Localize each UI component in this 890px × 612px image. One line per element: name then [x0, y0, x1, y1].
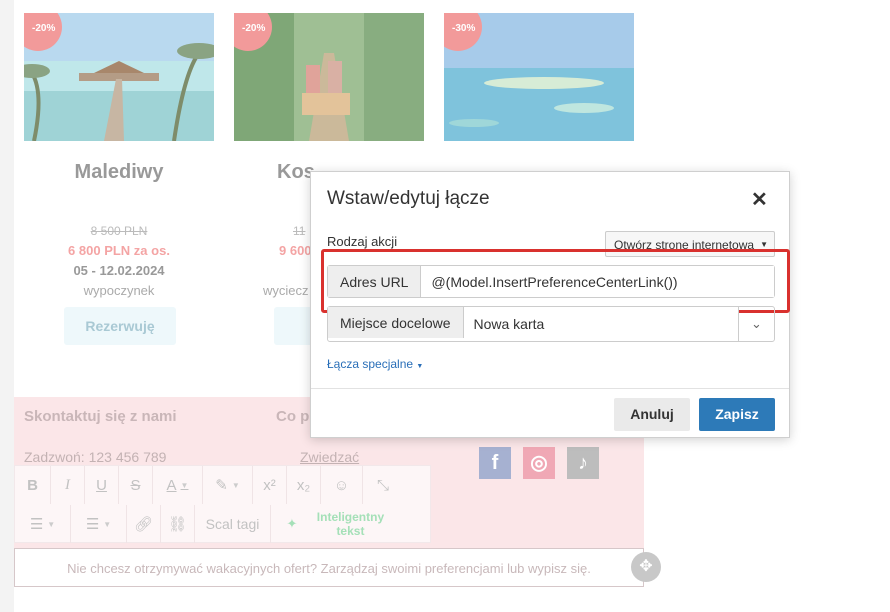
instagram-icon[interactable]: ◎ — [523, 447, 555, 479]
offer-photo: -30% — [444, 13, 634, 141]
subscript-icon[interactable]: x₂ — [287, 466, 321, 504]
strikethrough-icon[interactable]: S — [119, 466, 153, 504]
smart-text-button[interactable]: ✦ Inteligentny tekst — [271, 505, 411, 543]
save-button[interactable]: Zapisz — [699, 398, 775, 431]
superscript-icon[interactable]: x² — [253, 466, 287, 504]
unlink-icon[interactable]: ⛓ — [161, 505, 195, 543]
cancel-button[interactable]: Anuluj — [614, 398, 690, 431]
url-input[interactable] — [421, 266, 774, 297]
offer-kind: wypoczynek — [83, 283, 155, 298]
bold-icon[interactable]: B — [15, 466, 51, 504]
highlight-color-icon[interactable]: ✎ ▼ — [203, 466, 253, 504]
caret-down-icon: ▼ — [760, 240, 768, 249]
target-select[interactable]: Nowa karta — [463, 307, 738, 341]
book-button[interactable]: Rezerwuję — [64, 307, 176, 345]
magic-wand-icon: ✦ — [286, 516, 298, 531]
bullet-list-icon[interactable]: ☰ ▼ — [15, 505, 71, 543]
collapse-icon[interactable]: ⤡ — [363, 466, 403, 504]
dialog-title: Wstaw/edytuj łącze — [327, 188, 490, 209]
tiktok-icon[interactable]: ♪ — [567, 447, 599, 479]
offer-card[interactable]: -20% Malediwy 8 500 PLN 6 800 PLN za os.… — [24, 13, 214, 345]
link-dialog: Wstaw/edytuj łącze ✕ Rodzaj akcji Otwórz… — [310, 171, 790, 438]
target-label: Miejsce docelowe — [328, 307, 464, 338]
offer-old-price: 8 500 PLN — [90, 224, 148, 238]
chevron-down-icon[interactable]: ⌄ — [738, 307, 774, 341]
text-color-icon[interactable]: A ▼ — [153, 466, 203, 504]
unsubscribe-text: Nie chcesz otrzymywać wakacyjnych ofert?… — [67, 561, 591, 576]
section-heading: Co p — [276, 408, 310, 425]
offer-photo: -20% — [24, 13, 214, 141]
offer-card[interactable]: -20% Kos 11 9 600 wyciecz Re — [234, 13, 424, 345]
special-links-label: Łącza specjalne — [327, 357, 414, 371]
visit-link[interactable]: Zwiedzać — [300, 449, 359, 465]
smart-text-label: Inteligentny tekst — [316, 510, 385, 538]
dialog-divider — [311, 388, 789, 389]
url-field-group: Adres URL — [327, 265, 775, 298]
action-type-select[interactable]: Otwórz stronę internetową ▼ — [605, 231, 775, 257]
offer-card[interactable]: -30% — [444, 13, 634, 141]
format-toolbar: B I U S A ▼ ✎ ▼ x² x₂ ☺ ⤡ ☰ ▼ ☰ ▼ 🔗︎ ⛓ Scal … — [14, 465, 431, 543]
workspace-strip — [505, 598, 890, 612]
target-field-group: Miejsce docelowe Nowa karta ⌄ — [327, 306, 775, 342]
close-icon[interactable]: ✕ — [751, 187, 768, 212]
contact-heading: Skontaktuj się z nami — [24, 408, 177, 425]
offer-photo: -20% — [234, 13, 424, 141]
italic-icon[interactable]: I — [51, 466, 85, 504]
offer-dates: 05 - 12.02.2024 — [73, 263, 165, 278]
special-links-dropdown[interactable]: Łącza specjalne ▼ — [327, 357, 423, 371]
move-handle-icon[interactable]: ✥ — [631, 552, 661, 582]
action-type-value: Otwórz stronę internetową — [614, 238, 755, 252]
action-type-label: Rodzaj akcji — [327, 234, 398, 249]
caret-down-icon: ▼ — [416, 363, 424, 370]
merge-tags-button[interactable]: Scal tagi — [195, 505, 271, 543]
offer-price: 6 800 PLN za os. — [68, 243, 170, 258]
phone-text: Zadzwoń: 123 456 789 — [24, 449, 167, 465]
emoji-icon[interactable]: ☺ — [321, 466, 363, 504]
url-label: Adres URL — [328, 266, 422, 297]
underline-icon[interactable]: U — [85, 466, 119, 504]
numbered-list-icon[interactable]: ☰ ▼ — [71, 505, 127, 543]
facebook-icon[interactable]: f — [479, 447, 511, 479]
target-value: Nowa karta — [473, 316, 545, 332]
link-icon[interactable]: 🔗︎ — [127, 505, 161, 543]
offer-title: Malediwy — [74, 161, 164, 183]
